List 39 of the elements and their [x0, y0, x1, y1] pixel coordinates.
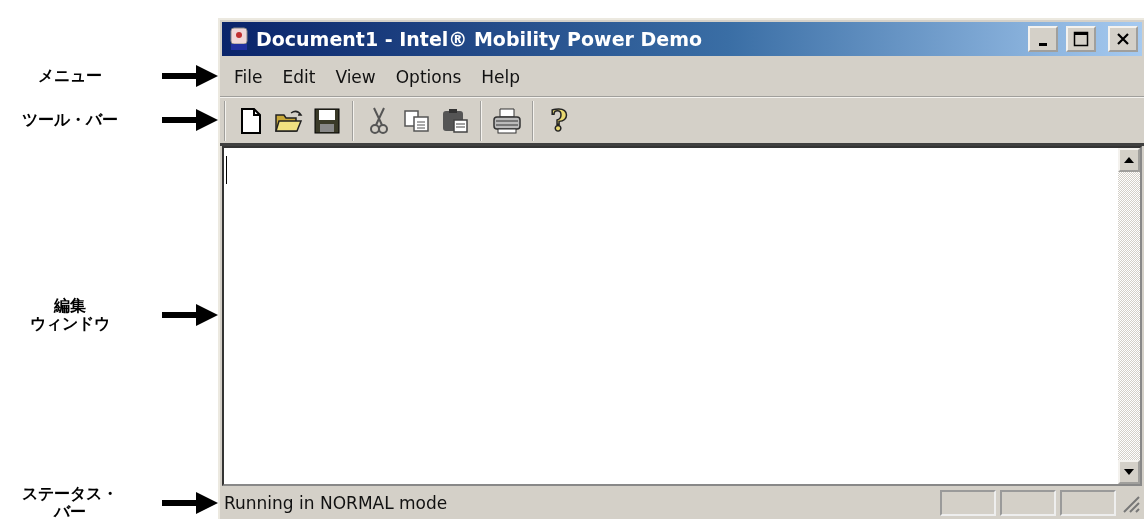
status-pane — [1000, 489, 1056, 516]
clipboard-icon[interactable] — [441, 107, 469, 134]
minimize-button[interactable] — [1028, 26, 1058, 52]
callout-arrow — [162, 65, 218, 87]
maximize-icon — [1073, 31, 1089, 47]
copy-icon[interactable] — [403, 108, 431, 133]
menu-item[interactable]: View — [327, 65, 384, 89]
callout-label: バー — [54, 502, 86, 519]
menu-item[interactable]: Help — [473, 65, 529, 89]
up-triangle-icon — [1124, 157, 1134, 163]
text-caret — [226, 156, 227, 184]
status-message: Running in NORMAL mode — [224, 492, 449, 513]
callout-label: ウィンドウ — [30, 315, 110, 333]
menu-item[interactable]: Edit — [274, 65, 324, 89]
scroll-up-button[interactable] — [1118, 148, 1140, 172]
window-title: Document1 - Intel® Mobility Power Demo — [256, 28, 704, 50]
printer-icon[interactable] — [492, 107, 522, 134]
callout-arrow — [162, 304, 218, 326]
folder-icon[interactable] — [275, 108, 303, 133]
close-icon — [1116, 32, 1130, 46]
menu-item[interactable]: File — [226, 65, 271, 89]
app-icon — [230, 27, 248, 51]
close-button[interactable] — [1108, 26, 1138, 52]
callout-label: ステータス・ — [22, 484, 118, 503]
callout-arrow — [162, 109, 218, 131]
maximize-button[interactable] — [1066, 26, 1096, 52]
minimize-icon — [1039, 43, 1047, 46]
callout-label: ツール・バー — [22, 111, 118, 129]
callout-label: メニュー — [38, 67, 102, 85]
status-pane — [940, 489, 996, 516]
status-pane — [1060, 489, 1116, 516]
scissors-icon[interactable] — [369, 106, 389, 135]
down-triangle-icon — [1124, 469, 1134, 475]
vertical-scrollbar[interactable] — [1118, 148, 1140, 484]
menu-item[interactable]: Options — [387, 65, 470, 89]
scroll-down-button[interactable] — [1118, 460, 1140, 484]
blank-page-icon[interactable] — [240, 107, 262, 134]
callout-arrow — [162, 491, 218, 514]
callout-label: 編集 — [54, 297, 86, 315]
